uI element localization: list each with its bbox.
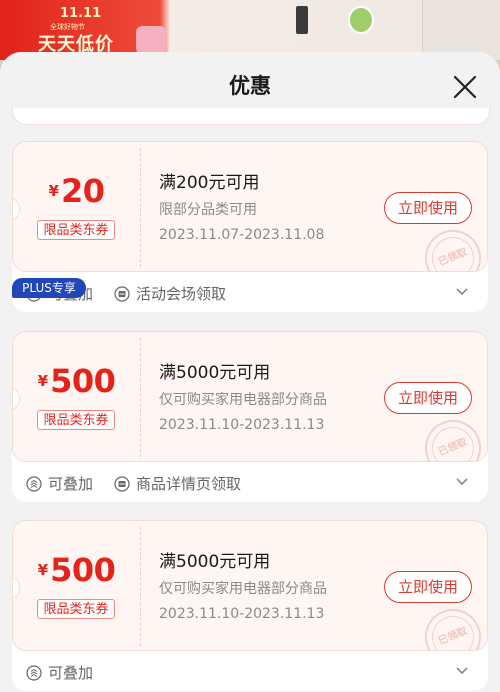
coupon-condition: 满200元可用	[159, 173, 260, 193]
amount-value: 20	[60, 172, 105, 210]
coupon-divider	[140, 148, 141, 267]
feature-label: 可叠加	[48, 475, 94, 493]
promo-percent-badge	[136, 26, 166, 54]
coupon-footer: 可叠加	[12, 651, 488, 691]
claimed-stamp: 已领取	[416, 600, 487, 650]
coupon-condition: 满5000元可用	[159, 363, 271, 383]
currency-symbol: ¥	[37, 561, 49, 579]
feature-label: 商品详情页领取	[136, 475, 242, 493]
feature-label: 活动会场领取	[136, 285, 227, 303]
stack-icon	[26, 664, 42, 681]
ticket-icon	[114, 285, 130, 302]
claimed-stamp: 已领取	[416, 411, 487, 461]
promo-logo-text: 11.11	[60, 6, 102, 21]
coupon-validity-date: 2023.11.10-2023.11.13	[159, 417, 325, 433]
coupon-type-tag: 限品类东券	[37, 599, 115, 619]
coupon-amount: ¥500	[13, 362, 140, 400]
background-banner: 11.11 全球好物节 天天低价	[0, 0, 500, 60]
coupon-scope: 仅可购买家用电器部分商品	[159, 392, 327, 408]
amount-value: 500	[50, 551, 116, 589]
use-now-button[interactable]: 立即使用	[384, 192, 472, 224]
chevron-down-icon[interactable]	[455, 666, 469, 676]
coupon-type-tag: 限品类东券	[37, 410, 115, 430]
previous-coupon-edge	[12, 108, 490, 125]
use-now-button[interactable]: 立即使用	[384, 571, 472, 603]
coupon-type-tag: 限品类东券	[37, 220, 115, 240]
use-now-button[interactable]: 立即使用	[384, 382, 472, 414]
coupon-amount: ¥500	[13, 551, 140, 589]
coupon-card: ¥500 限品类东券 满5000元可用 仅可购买家用电器部分商品 2023.11…	[12, 520, 488, 691]
coupon-value-area: ¥500 限品类东券	[13, 332, 140, 461]
stack-icon	[26, 475, 42, 492]
avocado-sticker-icon	[348, 6, 374, 34]
ticket-icon	[114, 475, 130, 492]
coupon-divider	[140, 527, 141, 646]
chevron-down-icon[interactable]	[455, 287, 469, 297]
claimed-stamp: 已领取	[416, 221, 487, 271]
coupon-condition: 满5000元可用	[159, 552, 271, 572]
coupon-amount: ¥20	[13, 172, 140, 210]
currency-symbol: ¥	[37, 372, 49, 390]
close-button[interactable]	[452, 74, 478, 100]
currency-symbol: ¥	[48, 182, 59, 200]
feature-label: 可叠加	[48, 664, 94, 682]
plus-exclusive-badge: PLUS专享	[12, 278, 86, 298]
stackable-feature: 可叠加	[26, 662, 93, 683]
coupon-value-area: ¥500 限品类东券	[13, 521, 140, 650]
close-icon	[453, 75, 477, 99]
coupon-divider	[140, 338, 141, 457]
stackable-feature: 可叠加	[26, 473, 93, 494]
promo-banner: 11.11 全球好物节 天天低价	[8, 4, 168, 55]
background-pillar	[422, 0, 500, 60]
coupon-card: ¥500 限品类东券 满5000元可用 仅可购买家用电器部分商品 2023.11…	[12, 331, 488, 502]
coupon-footer: 可叠加 商品详情页领取	[12, 462, 488, 502]
coupon-body: ¥500 限品类东券 满5000元可用 仅可购买家用电器部分商品 2023.11…	[12, 520, 488, 651]
coupon-validity-date: 2023.11.10-2023.11.13	[159, 606, 325, 622]
claim-source-feature: 商品详情页领取	[114, 473, 241, 494]
background-object	[296, 6, 308, 34]
claim-source-feature: 活动会场领取	[114, 283, 226, 304]
coupon-scope: 仅可购买家用电器部分商品	[159, 581, 327, 597]
amount-value: 500	[50, 362, 116, 400]
coupon-body: ¥20 限品类东券 满200元可用 限部分品类可用 2023.11.07-202…	[12, 141, 488, 272]
chevron-down-icon[interactable]	[455, 477, 469, 487]
coupon-body: ¥500 限品类东券 满5000元可用 仅可购买家用电器部分商品 2023.11…	[12, 331, 488, 462]
coupon-value-area: ¥20 限品类东券	[13, 142, 140, 271]
sheet-title: 优惠	[229, 74, 271, 98]
coupon-validity-date: 2023.11.07-2023.11.08	[159, 227, 325, 243]
coupon-scope: 限部分品类可用	[159, 202, 257, 218]
